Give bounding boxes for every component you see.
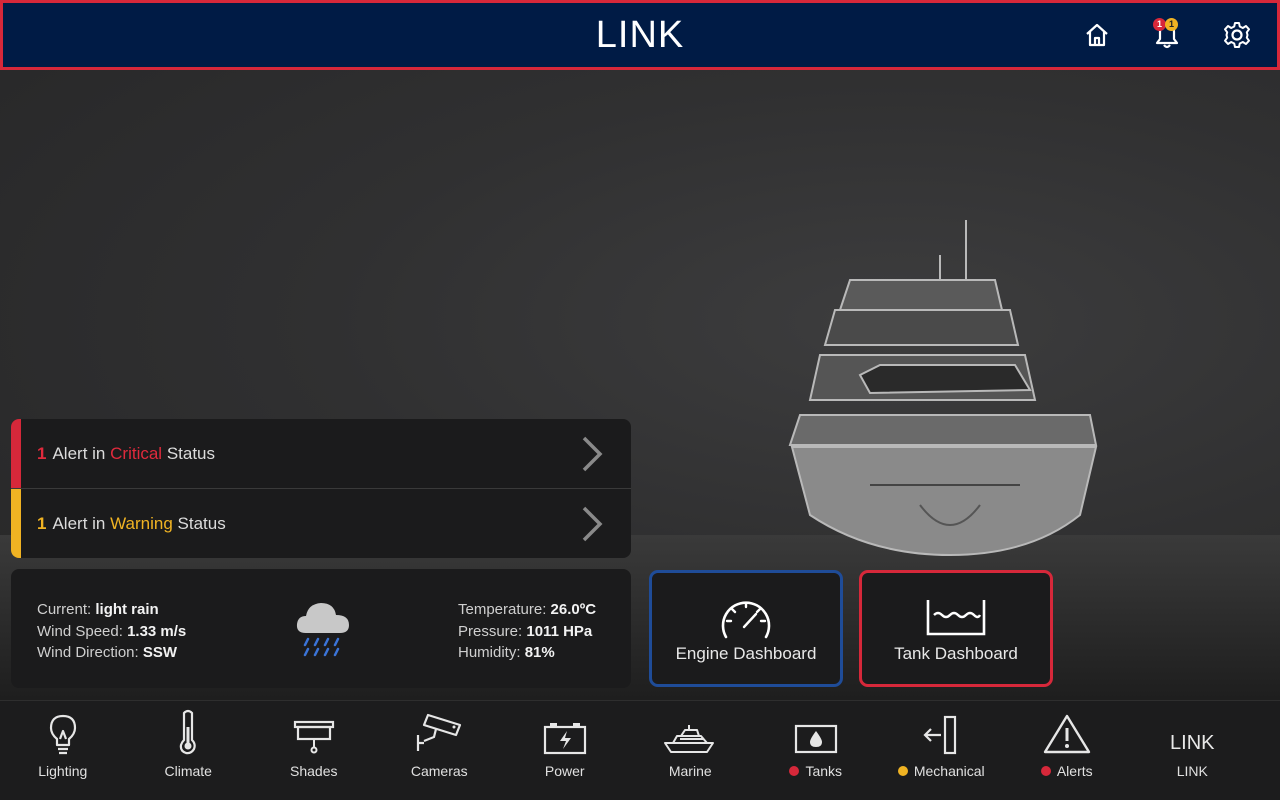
nav-label: Alerts [1056,763,1093,779]
nav-label: Lighting [38,763,88,779]
link-logo-text: LINK [1170,732,1215,754]
battery-icon [543,723,586,755]
camera-icon [417,713,462,751]
warning-alert-suffix: Status [177,513,226,533]
weather-current: Current: light rain [37,599,186,621]
warning-count-badge: 1 [1165,18,1178,31]
app-title: LINK [595,13,685,56]
weather-panel: Current: light rain Wind Speed: 1.33 m/s… [11,569,631,688]
warning-alert-row[interactable]: 1 Alert in Warning Status [11,488,631,558]
critical-stripe [11,419,21,488]
yacht-image [788,220,1098,557]
tank-dashboard-label: Tank Dashboard [894,644,1018,663]
nav-label: Mechanical [913,763,985,779]
nav-link[interactable]: LINK LINK [1130,701,1256,800]
wind-direction-value: SSW [142,644,178,661]
weather-pressure: Pressure: 1011 HPa [458,621,596,643]
nav-label: Climate [164,763,212,779]
nav-alerts[interactable]: Alerts [1004,701,1130,800]
tank-icon [794,724,837,754]
mechanical-icon [923,715,957,755]
nav-label: Tanks [805,763,843,779]
tank-level-icon [926,600,986,636]
current-label: Current: [37,601,92,618]
critical-alert-row[interactable]: 1 Alert in Critical Status [11,419,631,488]
wind-speed-value: 1.33 m/s [127,622,187,640]
critical-alert-count: 1 [37,443,47,463]
critical-alert-suffix: Status [166,443,216,463]
warning-stripe [11,489,21,558]
engine-dashboard-button[interactable]: Engine Dashboard [649,570,843,687]
nav-mechanical[interactable]: Mechanical [879,701,1005,800]
nav-label: Marine [668,763,712,779]
critical-status-dot [1040,766,1051,776]
wind-direction-label: Wind Direction: [37,644,139,661]
chevron-right-icon [582,436,603,471]
critical-alert-prefix: Alert in [52,443,106,463]
bottom-nav: Lighting Climate Shades Cameras Power Ma… [0,700,1280,800]
top-header: LINK 1 1 [0,0,1280,70]
gear-icon [1224,22,1250,48]
nav-tanks[interactable]: Tanks [753,701,879,800]
nav-lighting[interactable]: Lighting [0,701,126,800]
alerts-panel: 1 Alert in Critical Status 1 Alert in Wa… [11,419,631,558]
thermometer-icon [180,709,197,755]
critical-status-dot [789,766,800,776]
critical-alert-status: Critical [110,443,163,463]
nav-marine[interactable]: Marine [628,701,754,800]
nav-climate[interactable]: Climate [126,701,252,800]
chevron-right-icon [582,506,603,541]
home-button[interactable] [1077,15,1117,55]
weather-right-column: Temperature: 26.0ºC Pressure: 1011 HPa H… [458,599,596,664]
notifications-button[interactable]: 1 1 [1147,15,1187,55]
yacht-icon [664,725,715,753]
wind-speed-label: Wind Speed: [37,622,123,640]
nav-label: Power [544,763,585,779]
warning-triangle-icon [1043,714,1090,754]
pressure-label: Pressure: [458,622,523,640]
settings-button[interactable] [1217,15,1257,55]
header-actions: 1 1 [1077,3,1257,67]
weather-wind-speed: Wind Speed: 1.33 m/s [37,621,186,643]
weather-humidity: Humidity: 81% [458,642,596,664]
nav-label: Cameras [410,763,468,779]
temperature-value: 26.0ºC [550,601,597,618]
humidity-value: 81% [524,644,555,661]
nav-power[interactable]: Power [502,701,628,800]
engine-dashboard-label: Engine Dashboard [675,644,817,663]
weather-wind-direction: Wind Direction: SSW [37,642,186,664]
gauge-icon [721,601,771,639]
weather-temperature: Temperature: 26.0ºC [458,599,596,621]
nav-label: Shades [290,763,338,779]
warning-alert-status: Warning [110,513,173,533]
humidity-label: Humidity: [458,644,521,661]
temperature-label: Temperature: [458,601,547,618]
weather-left-column: Current: light rain Wind Speed: 1.33 m/s… [37,599,186,664]
current-value: light rain [95,601,159,618]
home-icon [1086,23,1108,47]
warning-alert-prefix: Alert in [52,513,106,533]
nav-shades[interactable]: Shades [251,701,377,800]
warning-status-dot [897,766,908,776]
bulb-icon [49,714,76,755]
warning-alert-count: 1 [37,513,47,533]
shade-icon [293,720,334,754]
rain-cloud-icon [296,603,349,657]
nav-label: LINK [1176,763,1208,779]
nav-cameras[interactable]: Cameras [377,701,503,800]
tank-dashboard-button[interactable]: Tank Dashboard [859,570,1053,687]
pressure-value: 1011 HPa [526,622,593,640]
